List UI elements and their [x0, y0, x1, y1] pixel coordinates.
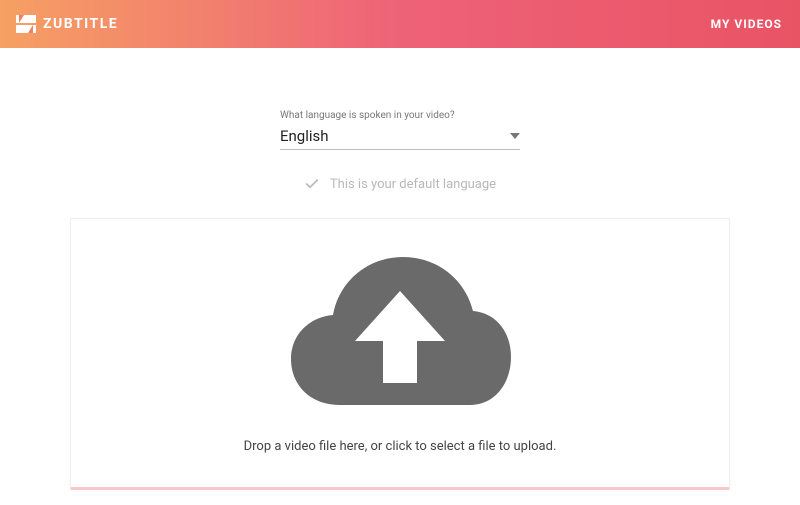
- default-language-note: This is your default language: [304, 176, 496, 192]
- zubtitle-logo-icon: [16, 15, 36, 33]
- brand-name: ZUBTITLE: [43, 16, 118, 32]
- default-language-text: This is your default language: [330, 177, 496, 192]
- check-icon: [304, 176, 320, 192]
- main-content: What language is spoken in your video? E…: [0, 48, 800, 490]
- language-selected-value: English: [280, 127, 329, 145]
- dropzone-instruction: Drop a video file here, or click to sele…: [244, 439, 557, 454]
- upload-dropzone[interactable]: Drop a video file here, or click to sele…: [70, 218, 730, 490]
- language-selector-block: What language is spoken in your video? E…: [280, 110, 520, 150]
- chevron-down-icon: [510, 133, 520, 139]
- language-select[interactable]: English: [280, 127, 520, 150]
- cloud-upload-icon: [285, 237, 515, 417]
- nav-my-videos[interactable]: MY VIDEOS: [711, 17, 782, 31]
- brand-logo[interactable]: ZUBTITLE: [16, 15, 118, 33]
- language-prompt-label: What language is spoken in your video?: [280, 110, 520, 121]
- app-header: ZUBTITLE MY VIDEOS: [0, 0, 800, 48]
